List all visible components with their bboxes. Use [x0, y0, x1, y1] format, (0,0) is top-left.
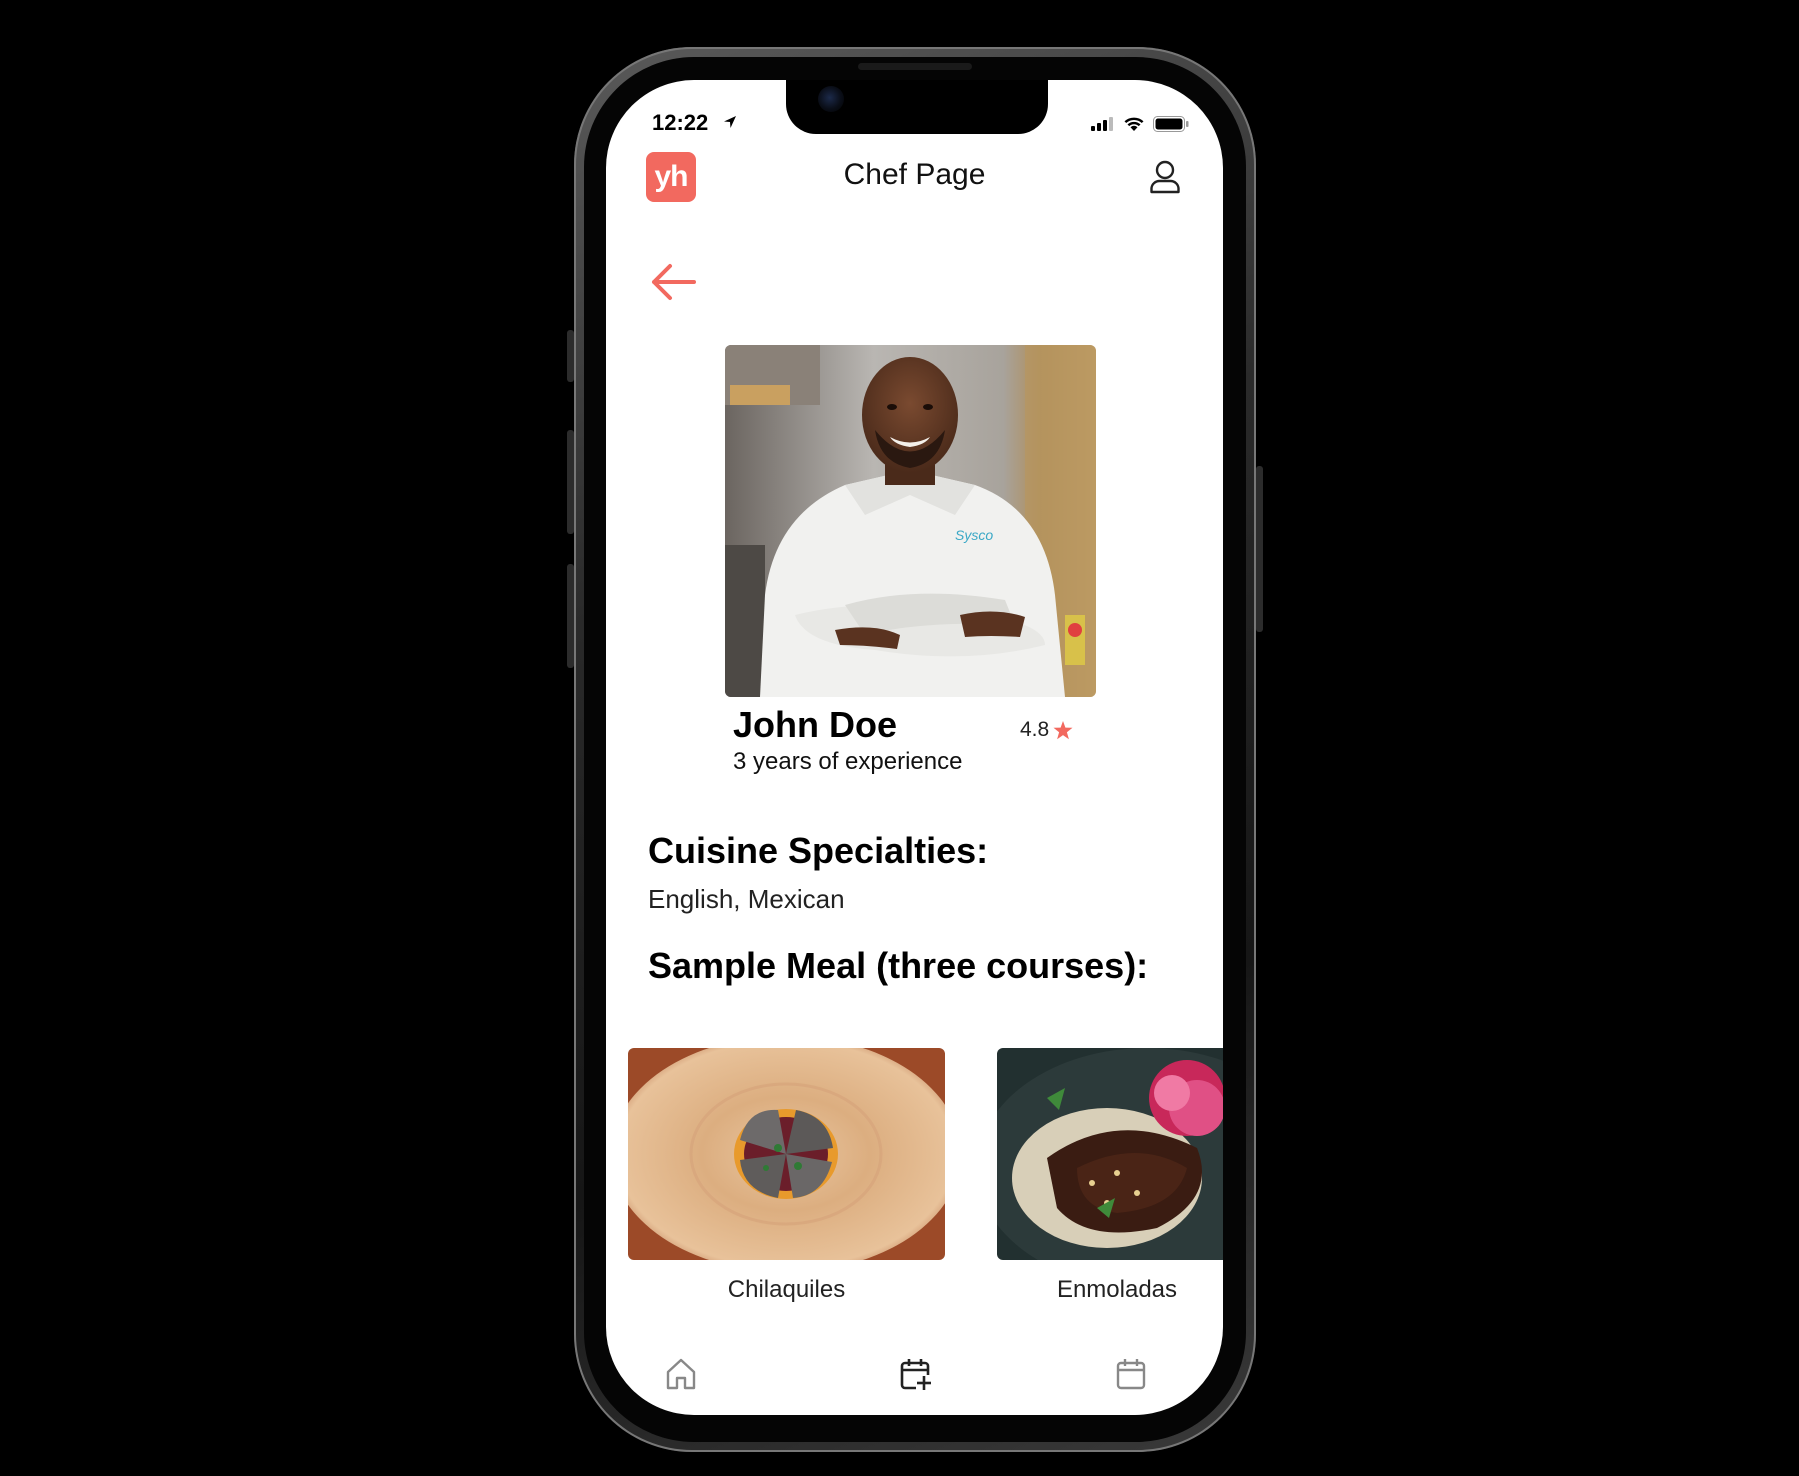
- location-arrow-icon: [724, 116, 736, 128]
- front-camera: [818, 86, 844, 112]
- silent-switch: [567, 330, 574, 382]
- cuisine-heading: Cuisine Specialties:: [648, 830, 989, 871]
- meal-label-chilaquiles: Chilaquiles: [727, 1276, 846, 1303]
- chef-photo: Sysco: [725, 345, 1096, 697]
- status-icons: [1091, 116, 1189, 132]
- meal-label-enmoladas: Enmoladas: [1056, 1276, 1178, 1303]
- status-time: 12:22: [652, 110, 709, 135]
- user-icon[interactable]: [1149, 160, 1181, 194]
- wifi-icon: [1124, 117, 1144, 131]
- page-title: Chef Page: [843, 158, 986, 191]
- calendar-icon[interactable]: [1116, 1358, 1146, 1390]
- chef-rating: 4.8: [1020, 718, 1073, 742]
- app-screen: 12:22 yh Chef Page Sysco John Doe 4.8 3 …: [606, 80, 1223, 1415]
- meal-card-chilaquiles[interactable]: [628, 1048, 945, 1260]
- home-icon[interactable]: [666, 1358, 696, 1390]
- power-button: [1256, 466, 1263, 632]
- sysco-logo: Sysco: [955, 527, 993, 543]
- signal-icon: [1091, 117, 1113, 131]
- calendar-add-icon[interactable]: [900, 1358, 932, 1392]
- earpiece-speaker: [858, 63, 972, 70]
- rating-value: 4.8: [1020, 718, 1050, 741]
- back-arrow-icon[interactable]: [650, 263, 696, 301]
- chef-name: John Doe: [733, 704, 898, 745]
- chef-experience: 3 years of experience: [733, 748, 963, 775]
- sample-meal-heading: Sample Meal (three courses):: [648, 945, 1149, 986]
- star-icon: [1053, 720, 1073, 739]
- volume-up-button: [567, 430, 574, 534]
- meal-card-enmoladas[interactable]: [997, 1048, 1223, 1260]
- battery-icon: [1153, 116, 1189, 132]
- cuisine-value: English, Mexican: [648, 884, 845, 914]
- device-stage: 12:22 yh Chef Page Sysco John Doe 4.8 3 …: [0, 0, 1799, 1476]
- volume-down-button: [567, 564, 574, 668]
